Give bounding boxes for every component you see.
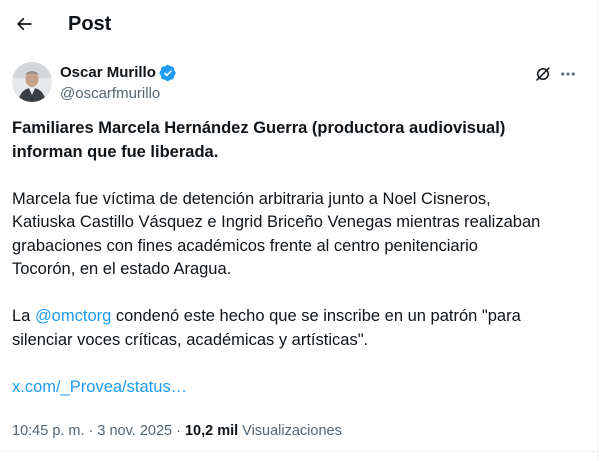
tweet-body-line-4: Tocorón, en el estado Aragua. <box>12 260 232 278</box>
mention-suffix: condenó este hecho que se inscribe en un… <box>111 307 521 325</box>
grok-button[interactable] <box>532 63 554 85</box>
tweet-headline-line-2: informan que fue liberada. <box>12 142 219 161</box>
grok-icon <box>536 67 550 81</box>
tweet-mention-line-2: silenciar voces críticas, académicas y a… <box>12 330 369 349</box>
tweet-headline-line-1: Familiares Marcela Hernández Guerra (pro… <box>12 119 506 137</box>
column-divider <box>597 0 598 461</box>
divider <box>0 451 597 452</box>
avatar-image <box>12 62 52 102</box>
author-name-row: Oscar Murillo <box>60 63 177 83</box>
tweet-time[interactable]: 10:45 p. m. <box>12 421 85 441</box>
back-button[interactable] <box>6 6 42 42</box>
tweet-body-line-1: Marcela fue víctima de detención arbitra… <box>12 189 491 208</box>
page-title: Post <box>68 13 112 35</box>
author-name[interactable]: Oscar Murillo <box>60 63 156 83</box>
tweet-meta: 10:45 p. m. · 3 nov. 2025 · 10,2 mil Vis… <box>12 421 342 441</box>
tweet-text: Familiares Marcela Hernández Guerra (pro… <box>12 117 582 399</box>
more-icon <box>561 72 575 76</box>
author-handle[interactable]: @oscarfmurillo <box>60 84 160 104</box>
avatar[interactable] <box>12 62 52 102</box>
mention-link[interactable]: @omctorg <box>35 307 111 325</box>
header: Post <box>0 0 597 50</box>
meta-separator: · <box>176 423 181 439</box>
tweet-body-line-2: Katiuska Castillo Vásquez e Ingrid Brice… <box>12 213 541 231</box>
tweet-mention-line: La @omctorg condenó este hecho que se in… <box>12 305 582 329</box>
tweet-body-line-3: grabaciones con fines académicos frente … <box>12 236 478 255</box>
tweet-date[interactable]: 3 nov. 2025 <box>97 421 172 441</box>
tweet-link[interactable]: x.com/_Provea/status… <box>12 378 187 396</box>
meta-separator: · <box>88 423 94 439</box>
views-count[interactable]: 10,2 mil <box>185 421 238 441</box>
arrow-left-icon <box>16 17 32 31</box>
verified-badge-icon[interactable] <box>159 64 177 82</box>
views-label[interactable]: Visualizaciones <box>242 421 342 441</box>
more-button[interactable] <box>557 63 579 85</box>
mention-prefix: La <box>12 307 35 325</box>
